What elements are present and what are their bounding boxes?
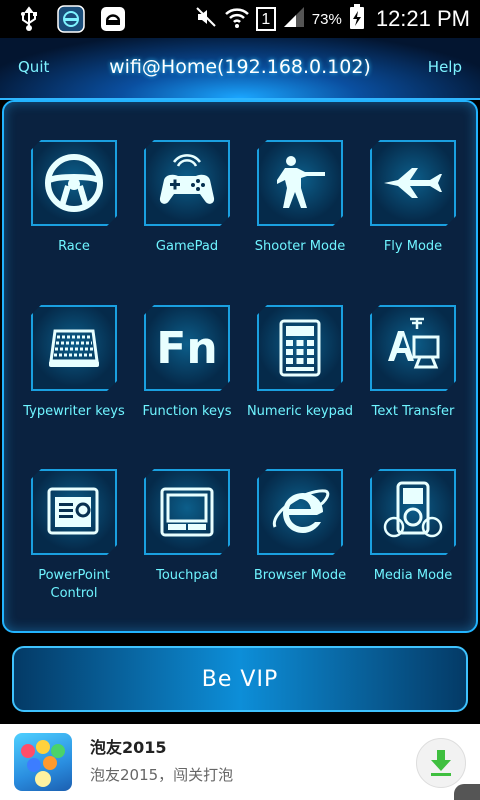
mute-icon <box>194 5 218 33</box>
jet-icon <box>380 150 446 216</box>
be-vip-label: Be VIP <box>201 666 279 692</box>
tile-media-mode-box[interactable] <box>370 469 456 555</box>
tile-browser-mode-label: Browser Mode <box>253 568 347 583</box>
tile-typewriter-keys-box[interactable] <box>31 305 117 391</box>
tile-typewriter-keys-label: Typewriter keys <box>23 404 125 419</box>
sim-icon: 1 <box>255 7 276 31</box>
text-transfer-icon <box>380 315 446 381</box>
signal-icon <box>282 5 306 33</box>
gamepad-icon <box>154 150 220 216</box>
tile-numeric-keypad-label: Numeric keypad <box>246 404 354 419</box>
ad-corner-badge <box>454 784 480 800</box>
tile-media-mode[interactable]: Media Mode <box>357 469 469 585</box>
browser-icon <box>267 479 333 545</box>
tile-typewriter-keys[interactable]: Typewriter keys <box>18 305 130 421</box>
tile-text-transfer-box[interactable] <box>370 305 456 391</box>
tile-browser-mode-box[interactable] <box>257 469 343 555</box>
steering-wheel-icon <box>41 150 107 216</box>
connection-title: wifi@Home(192.168.0.102) <box>109 56 371 78</box>
title-bar: Quit wifi@Home(192.168.0.102) Help <box>0 38 480 100</box>
tile-function-keys-box[interactable]: Fn <box>144 305 230 391</box>
tile-numeric-keypad-box[interactable] <box>257 305 343 391</box>
calculator-icon <box>267 315 333 381</box>
download-icon[interactable] <box>416 738 466 788</box>
tile-gamepad-label: GamePad <box>155 239 219 254</box>
tile-shooter-mode-box[interactable] <box>257 140 343 226</box>
tile-race-box[interactable] <box>31 140 117 226</box>
tile-fly-mode-label: Fly Mode <box>383 239 443 254</box>
tile-shooter-mode-label: Shooter Mode <box>254 239 346 254</box>
be-vip-button[interactable]: Be VIP <box>12 646 468 712</box>
help-button[interactable]: Help <box>428 58 462 76</box>
ad-app-icon[interactable] <box>14 733 72 791</box>
tile-touchpad-label: Touchpad <box>156 568 218 583</box>
tile-text-transfer[interactable]: Text Transfer <box>357 305 469 421</box>
battery-percent: 73% <box>311 10 342 28</box>
tile-touchpad-box[interactable] <box>144 469 230 555</box>
keyboard-icon <box>41 315 107 381</box>
mode-panel: Race GamePad Shooter Mode Fly Mode Typew… <box>2 100 478 633</box>
store-icon <box>98 4 128 34</box>
tile-powerpoint-control-label: PowerPoint Control <box>38 568 110 601</box>
ad-banner[interactable]: 泡友2015 泡友2015，闯关打泡 <box>0 724 480 800</box>
tile-race-label: Race <box>58 239 90 254</box>
tile-race[interactable]: Race <box>18 140 130 256</box>
ad-subtitle: 泡友2015，闯关打泡 <box>90 766 234 784</box>
fn-icon: Fn <box>156 322 218 374</box>
charging-icon <box>348 4 366 34</box>
tile-media-mode-label: Media Mode <box>373 568 453 583</box>
sim-slot-label: 1 <box>261 11 271 28</box>
tile-powerpoint-control-box[interactable] <box>31 469 117 555</box>
shooter-icon <box>267 150 333 216</box>
usb-icon <box>14 4 44 34</box>
tile-function-keys[interactable]: Fn Function keys <box>131 305 243 421</box>
tile-powerpoint-control[interactable]: PowerPoint Control <box>18 469 130 603</box>
tile-gamepad[interactable]: GamePad <box>131 140 243 256</box>
tile-text-transfer-label: Text Transfer <box>371 404 455 419</box>
powerpoint-icon <box>41 479 107 545</box>
tile-touchpad[interactable]: Touchpad <box>131 469 243 585</box>
app-icon <box>56 4 86 34</box>
tile-fly-mode-box[interactable] <box>370 140 456 226</box>
status-bar: 1 73% 12:21 PM <box>0 0 480 38</box>
tile-function-keys-label: Function keys <box>142 404 232 419</box>
tile-shooter-mode[interactable]: Shooter Mode <box>244 140 356 256</box>
media-player-icon <box>380 479 446 545</box>
ad-title: 泡友2015 <box>90 738 167 757</box>
wifi-icon <box>224 5 250 33</box>
status-clock: 12:21 PM <box>375 6 470 31</box>
tile-numeric-keypad[interactable]: Numeric keypad <box>244 305 356 421</box>
tile-fly-mode[interactable]: Fly Mode <box>357 140 469 256</box>
touchpad-icon <box>154 479 220 545</box>
tile-browser-mode[interactable]: Browser Mode <box>244 469 356 585</box>
tile-gamepad-box[interactable] <box>144 140 230 226</box>
